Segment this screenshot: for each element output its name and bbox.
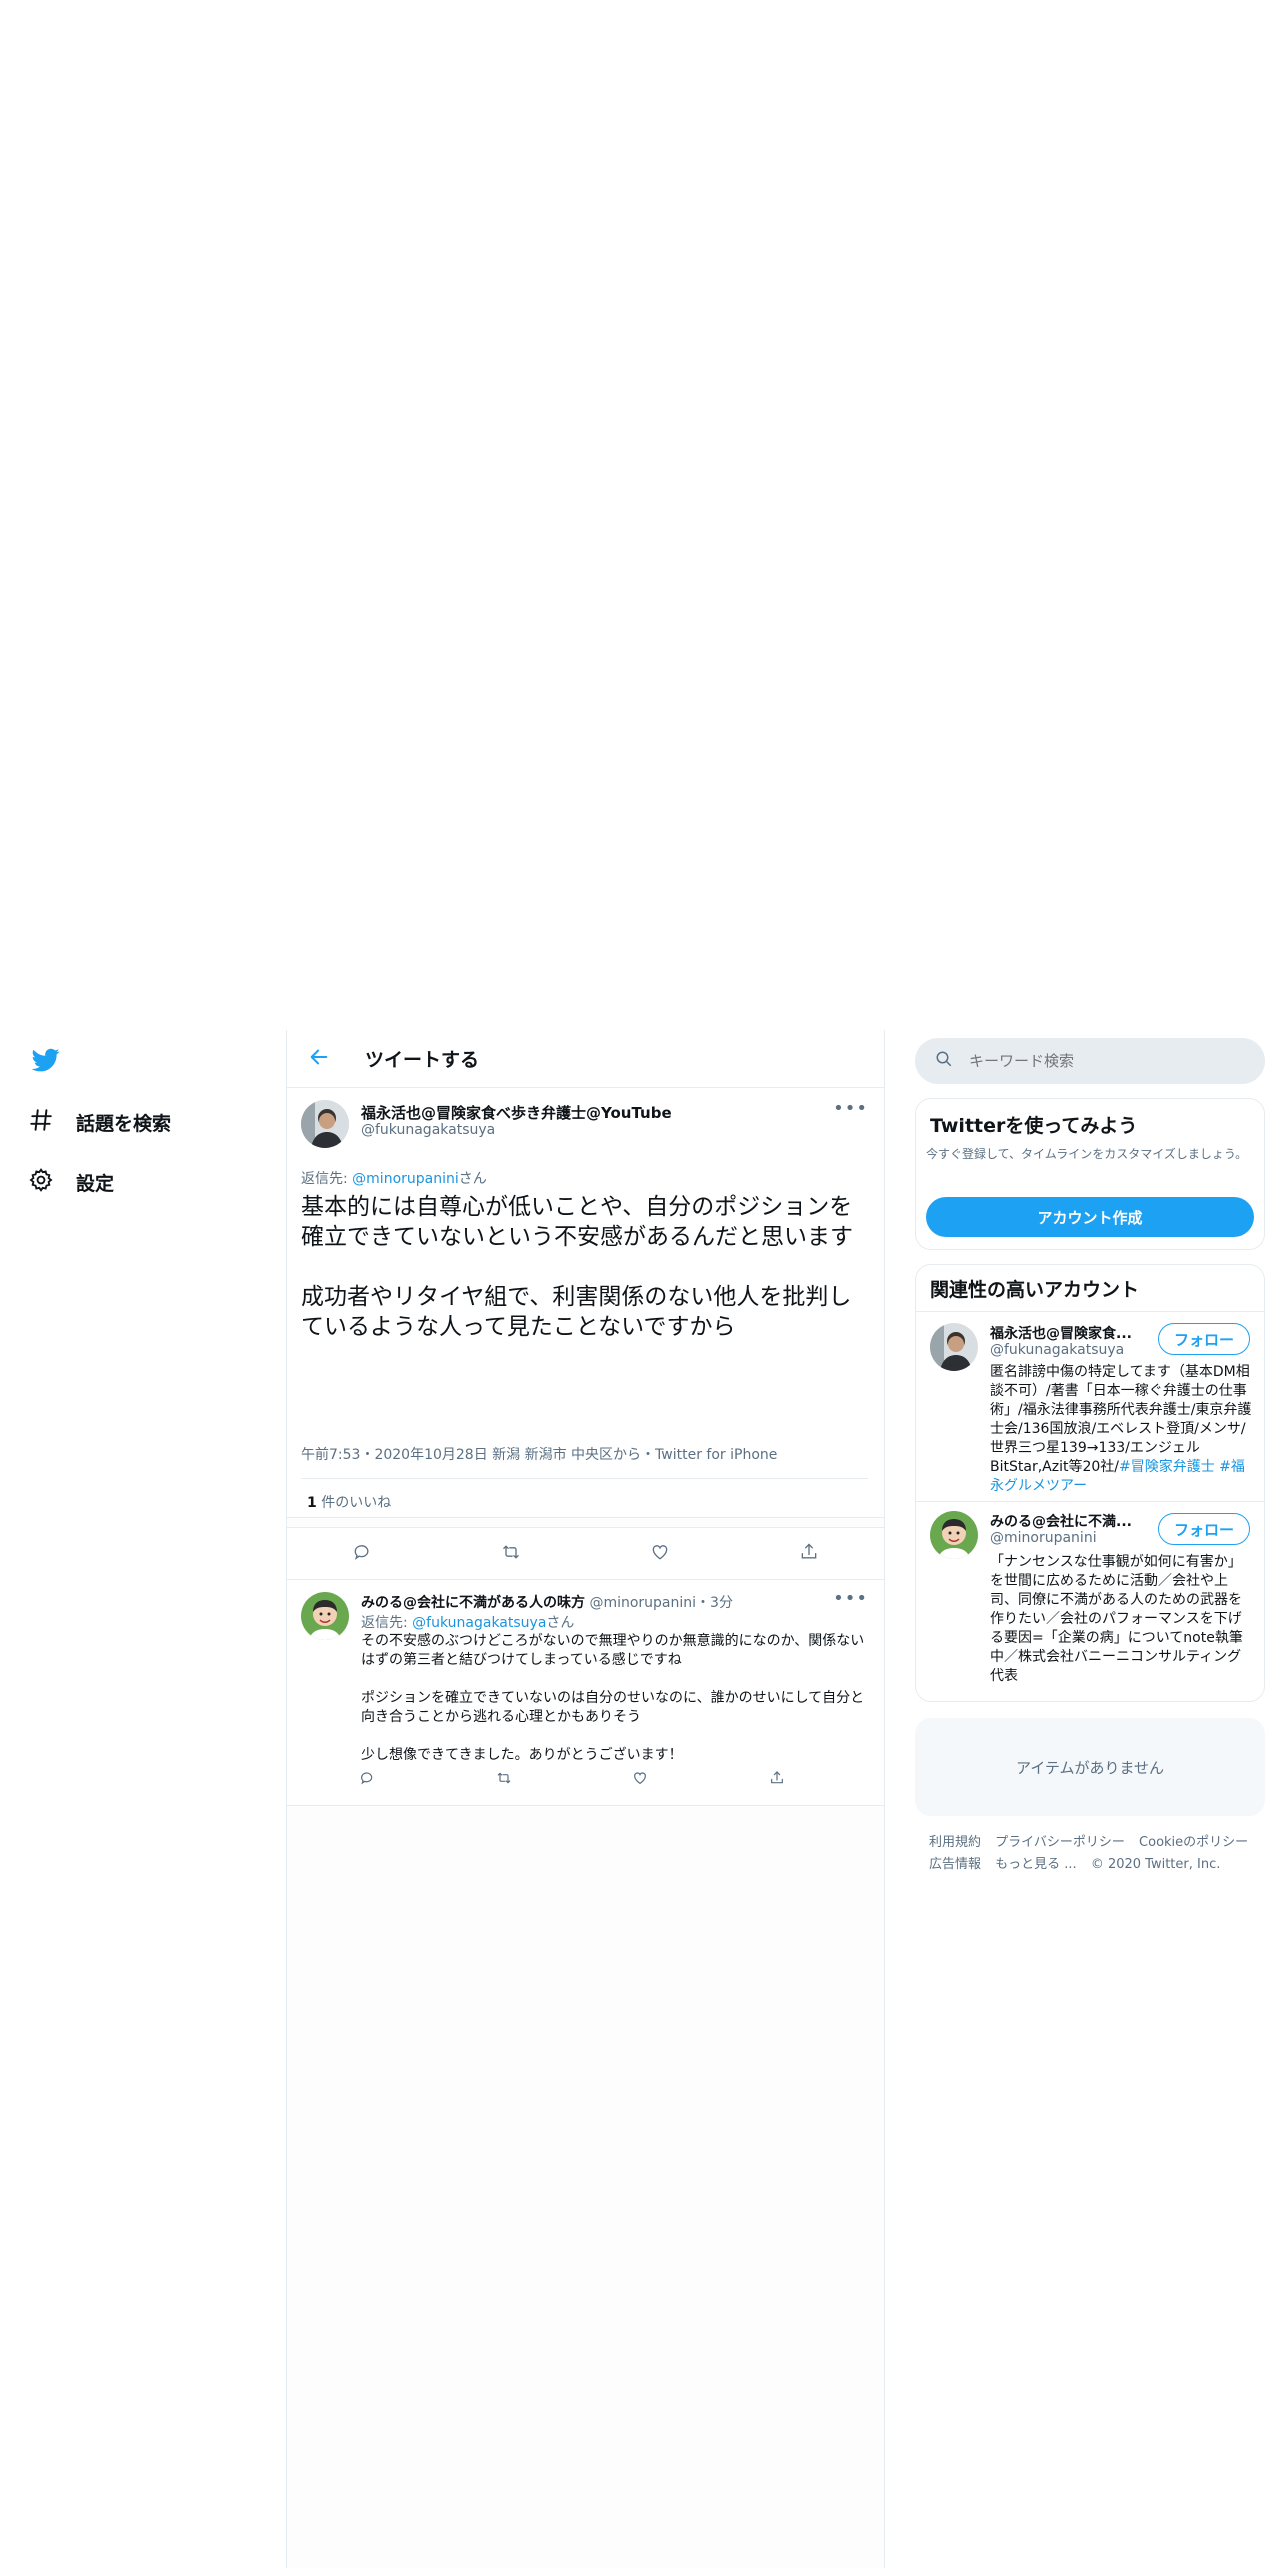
signup-title: Twitterを使ってみよう [930,1115,1138,1137]
twitter-bird-icon[interactable] [30,1046,62,1074]
search-input[interactable] [967,1051,1227,1071]
signup-description: 今すぐ登録して、タイムラインをカスタマイズしましょう。 [926,1147,1248,1161]
nav-explore-label: 話題を検索 [76,1112,172,1135]
reply-suffix: さん [458,1171,487,1187]
reply-to-handle[interactable]: @fukunagakatsuya [412,1615,546,1631]
author-handle[interactable]: @minorupanini [589,1595,696,1611]
likes-row[interactable]: 1 件のいいね [287,1478,884,1528]
tweet-text: その不安感のぶつけどころがないので無理やりのか無意識的になのか、関係ないはずの第… [361,1632,866,1765]
tweet-paragraph: 少し想像できてきました。ありがとうございます！ [361,1747,683,1763]
tweet-paragraph: 成功者やリタイヤ組で、利害関係のない他人を批判しているような人って見たことないで… [301,1284,852,1340]
footer: 利用規約 プライバシーポリシー Cookieのポリシー 広告情報 もっと見る .… [929,1832,1259,1876]
reply-suffix: さん [546,1615,575,1631]
arrow-left-icon [308,1046,330,1072]
reply-to: 返信先: @minorupaniniさん [301,1168,487,1188]
hashtag-icon [28,1107,54,1138]
retweet-button[interactable] [491,1538,531,1570]
copyright: © 2020 Twitter, Inc. [1090,1857,1221,1872]
follow-button[interactable]: フォロー [1158,1323,1250,1355]
like-button[interactable] [640,1538,680,1570]
footer-link-ads[interactable]: 広告情報 [929,1857,981,1872]
tweet-paragraph: その不安感のぶつけどころがないので無理やりのか無意識的になのか、関係ないはずの第… [361,1633,865,1668]
reply-to-handle[interactable]: @minorupanini [352,1171,459,1187]
follow-button[interactable]: フォロー [1158,1513,1250,1545]
retweet-button[interactable] [484,1764,524,1796]
likes-count: 1 [307,1495,317,1511]
tweet-text: 基本的には自尊心が低いことや、自分のポジションを確立できていないという不安感があ… [301,1192,871,1342]
reply-tweet[interactable]: みのる@会社に不満がある人の味方 @minorupanini・3分 ••• 返信… [287,1580,884,1806]
likes-label: 件のいいね [316,1495,392,1511]
share-icon [799,1542,819,1566]
avatar[interactable] [930,1511,978,1559]
reply-header: みのる@会社に不満がある人の味方 @minorupanini・3分 [361,1592,733,1612]
create-account-button[interactable]: アカウント作成 [926,1197,1254,1237]
nav-settings[interactable]: 設定 [28,1160,114,1204]
reply-to: 返信先: @fukunagakatsuyaさん [361,1612,574,1632]
share-icon [769,1770,785,1790]
share-button[interactable] [757,1764,797,1796]
reply-button[interactable] [347,1764,387,1796]
timestamp[interactable]: ・3分 [696,1595,733,1611]
footer-link-terms[interactable]: 利用規約 [929,1835,981,1850]
divider [884,1030,885,2568]
gear-icon [28,1167,54,1198]
avatar[interactable] [301,1100,349,1148]
tweet-paragraph: ポジションを確立できていないのは自分のせいなのに、誰かのせいにして自分と向き合う… [361,1690,865,1725]
related-accounts-card: 関連性の高いアカウント 福永活也@冒険家食... @fukunagakatsuy… [915,1264,1265,1702]
footer-link-privacy[interactable]: プライバシーポリシー [995,1835,1125,1850]
avatar[interactable] [301,1592,349,1640]
search-icon [935,1050,953,1072]
retweet-icon [496,1770,512,1790]
main-header: ツイートする [287,1030,884,1088]
search-bar[interactable] [915,1038,1265,1084]
trends-card: アイテムがありません [915,1718,1265,1816]
main-column: ツイートする 福永活也@冒険家食べ歩き弁護士@YouTube @fukunaga… [287,1030,884,2568]
focused-tweet: 福永活也@冒険家食べ歩き弁護士@YouTube @fukunagakatsuya… [287,1088,884,1518]
account-name[interactable]: みのる@会社に不満... [990,1511,1132,1531]
author-name[interactable]: 福永活也@冒険家食べ歩き弁護士@YouTube [361,1102,672,1123]
nav-explore[interactable]: 話題を検索 [28,1100,171,1144]
author-name[interactable]: みのる@会社に不満がある人の味方 [361,1595,585,1611]
reply-prefix: 返信先: [301,1171,353,1187]
nav-settings-label: 設定 [76,1172,115,1195]
tweet-actions [347,1764,797,1796]
heart-icon [632,1770,648,1790]
author-handle[interactable]: @fukunagakatsuya [361,1122,495,1138]
heart-icon [650,1542,670,1566]
tweet-meta[interactable]: 午前7:53・2020年10月28日 新潟 新潟市 中央区から・Twitter … [301,1444,871,1464]
more-options-icon[interactable]: ••• [833,1588,868,1609]
tweet-paragraph: 基本的には自尊心が低いことや、自分のポジションを確立できていないという不安感があ… [301,1194,853,1250]
account-name[interactable]: 福永活也@冒険家食... [990,1323,1132,1343]
account-bio: 匿名誹謗中傷の特定してます（基本DM相談不可）/著書「日本一稼ぐ弁護士の仕事術」… [990,1363,1252,1496]
account-cell[interactable]: みのる@会社に不満... @minorupanini フォロー 「ナンセンスな仕… [916,1501,1264,1701]
more-options-icon[interactable]: ••• [833,1098,868,1119]
reply-prefix: 返信先: [361,1615,413,1631]
reply-icon [352,1542,372,1566]
like-button[interactable] [620,1764,660,1796]
share-button[interactable] [789,1538,829,1570]
signup-card: Twitterを使ってみよう 今すぐ登録して、タイムラインをカスタマイズしましょ… [915,1098,1265,1250]
account-bio: 「ナンセンスな仕事観が如何に有害か」を世間に広めるために活動／会社や上司、同僚に… [990,1554,1243,1684]
reply-icon [359,1770,375,1790]
empty-trends-label: アイテムがありません [1015,1759,1165,1777]
avatar[interactable] [930,1323,978,1371]
account-handle[interactable]: @minorupanini [990,1530,1097,1546]
footer-link-cookies[interactable]: Cookieのポリシー [1139,1835,1248,1850]
account-handle[interactable]: @fukunagakatsuya [990,1342,1124,1358]
footer-link-more[interactable]: もっと見る ... [995,1857,1077,1872]
related-title: 関連性の高いアカウント [930,1279,1140,1301]
tweet-actions [287,1528,884,1580]
reply-button[interactable] [342,1538,382,1570]
back-button[interactable] [297,1037,341,1081]
retweet-icon [501,1542,521,1566]
page-title: ツイートする [365,1049,480,1071]
